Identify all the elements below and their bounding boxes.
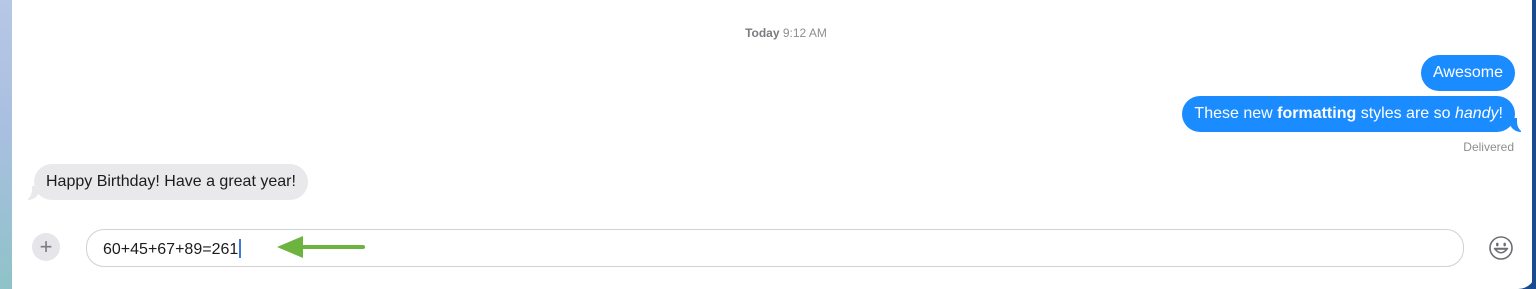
plus-icon: + bbox=[39, 234, 53, 259]
emoji-smiley-icon[interactable] bbox=[1487, 234, 1515, 262]
timestamp-day: Today bbox=[745, 26, 780, 40]
message-text-italic: handy bbox=[1454, 105, 1499, 122]
conversation-timestamp: Today 9:12 AM bbox=[12, 26, 1536, 40]
message-text: Awesome bbox=[1433, 64, 1503, 81]
sent-message-bubble[interactable]: Awesome bbox=[1421, 55, 1515, 91]
message-text-segment: These new bbox=[1194, 105, 1278, 122]
message-input-text: 60+45+67+89=261 bbox=[103, 239, 241, 260]
message-input-value: 60+45+67+89=261 bbox=[103, 241, 239, 258]
message-text-bold: formatting bbox=[1277, 105, 1357, 122]
green-arrow-icon bbox=[277, 236, 365, 258]
timestamp-time: 9:12 AM bbox=[782, 26, 827, 40]
desktop-background-edge bbox=[0, 0, 12, 289]
sent-message-bubble[interactable]: These new formatting styles are so handy… bbox=[1182, 96, 1515, 132]
message-text-segment: ! bbox=[1498, 105, 1503, 122]
text-caret bbox=[239, 239, 241, 258]
message-text-segment: styles are so bbox=[1356, 105, 1455, 122]
message-text: Happy Birthday! Have a great year! bbox=[46, 173, 296, 190]
add-attachment-button[interactable]: + bbox=[32, 233, 60, 261]
delivered-status: Delivered bbox=[1463, 140, 1514, 154]
window-edge bbox=[1532, 0, 1536, 289]
messages-window: Today 9:12 AM Awesome These new formatti… bbox=[12, 0, 1536, 289]
received-message-bubble[interactable]: Happy Birthday! Have a great year! bbox=[34, 164, 308, 200]
